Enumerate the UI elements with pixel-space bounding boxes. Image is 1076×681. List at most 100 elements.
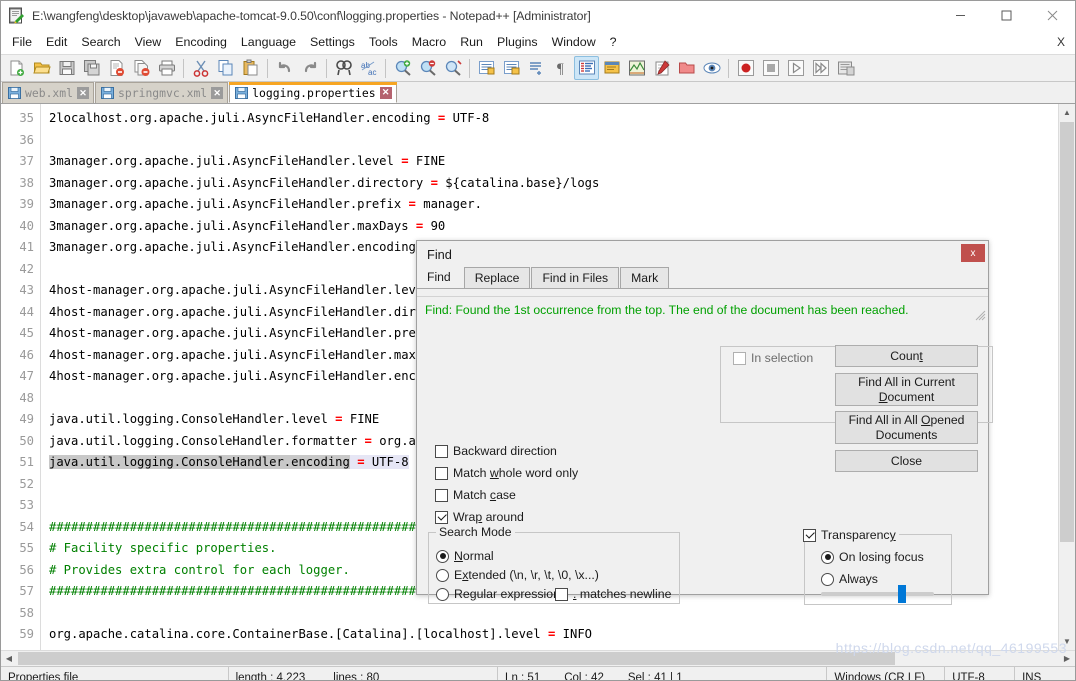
resize-grip-icon[interactable] bbox=[974, 309, 986, 321]
function-list-icon[interactable] bbox=[649, 56, 674, 80]
redo-icon[interactable] bbox=[297, 56, 322, 80]
wrap-around-checkbox-box[interactable] bbox=[435, 510, 448, 524]
close-all-files-icon[interactable] bbox=[129, 56, 154, 80]
word-wrap-icon[interactable] bbox=[474, 56, 499, 80]
tab-close-icon[interactable]: ✕ bbox=[211, 87, 224, 99]
match-case-checkbox-box[interactable] bbox=[435, 488, 448, 502]
menu-encoding[interactable]: Encoding bbox=[168, 32, 234, 52]
search-mode-regex-radio[interactable]: Regular expression bbox=[436, 587, 560, 601]
monitoring-icon[interactable] bbox=[699, 56, 724, 80]
close-file-icon[interactable] bbox=[104, 56, 129, 80]
menu-run[interactable]: Run bbox=[453, 32, 490, 52]
menu-macro[interactable]: Macro bbox=[405, 32, 453, 52]
wrap-around-checkbox[interactable]: Wrap around bbox=[435, 510, 524, 524]
tab-close-icon[interactable]: ✕ bbox=[77, 87, 90, 99]
menu-language[interactable]: Language bbox=[234, 32, 303, 52]
open-file-icon[interactable] bbox=[29, 56, 54, 80]
transparency-on-losing-focus-radio[interactable]: On losing focus bbox=[821, 550, 924, 564]
always-radio-circle[interactable] bbox=[821, 572, 834, 586]
save-macro-icon[interactable] bbox=[833, 56, 858, 80]
zoom-out-icon[interactable] bbox=[415, 56, 440, 80]
replace-icon[interactable]: ab ac bbox=[356, 56, 381, 80]
menu-window[interactable]: Window bbox=[545, 32, 603, 52]
transparency-slider-track[interactable] bbox=[821, 592, 934, 596]
close-button[interactable] bbox=[1029, 1, 1075, 30]
scroll-right-icon[interactable]: ▶ bbox=[1059, 651, 1075, 666]
count-button[interactable]: Count bbox=[835, 345, 978, 367]
menu-settings[interactable]: Settings bbox=[303, 32, 362, 52]
editor-horizontal-scrollbar[interactable]: ◀ ▶ bbox=[1, 650, 1075, 666]
match-whole-word-checkbox-box[interactable] bbox=[435, 466, 448, 480]
close-button[interactable]: Close bbox=[835, 450, 978, 472]
close-document-button[interactable]: X bbox=[1057, 35, 1065, 49]
scroll-up-icon[interactable]: ▲ bbox=[1059, 104, 1075, 121]
find-all-in-current-document-button[interactable]: Find All in Current Document bbox=[835, 373, 978, 406]
doc-list-icon[interactable] bbox=[574, 56, 599, 80]
horizontal-scroll-thumb[interactable] bbox=[18, 652, 895, 665]
tab-replace[interactable]: Replace bbox=[463, 267, 531, 288]
all-chars-icon[interactable] bbox=[499, 56, 524, 80]
copy-icon[interactable] bbox=[213, 56, 238, 80]
paragraph-icon[interactable]: ¶ bbox=[549, 56, 574, 80]
save-all-icon[interactable] bbox=[79, 56, 104, 80]
sync-scroll-icon[interactable] bbox=[440, 56, 465, 80]
scroll-down-icon[interactable]: ▼ bbox=[1059, 633, 1075, 650]
editor-vertical-scrollbar[interactable]: ▲ ▼ bbox=[1058, 104, 1075, 650]
tab-logging-properties[interactable]: logging.properties ✕ bbox=[229, 82, 398, 103]
transparency-always-radio[interactable]: Always bbox=[821, 572, 878, 586]
menu-help[interactable]: ? bbox=[603, 32, 624, 52]
menu-view[interactable]: View bbox=[128, 32, 169, 52]
save-icon[interactable] bbox=[54, 56, 79, 80]
new-file-icon[interactable] bbox=[4, 56, 29, 80]
paste-icon[interactable] bbox=[238, 56, 263, 80]
stop-macro-icon[interactable] bbox=[758, 56, 783, 80]
search-mode-extended-radio[interactable]: Extended (\n, \r, \t, \0, \x...) bbox=[436, 568, 599, 582]
tab-find[interactable]: Find bbox=[419, 267, 463, 288]
play-macro-icon[interactable] bbox=[783, 56, 808, 80]
doc-map-icon[interactable] bbox=[624, 56, 649, 80]
transparency-slider-thumb[interactable] bbox=[898, 585, 906, 603]
dot-matches-newline-checkbox-box[interactable] bbox=[555, 587, 568, 601]
user-define-dialog-icon[interactable] bbox=[599, 56, 624, 80]
folder-workspace-icon[interactable] bbox=[674, 56, 699, 80]
print-icon[interactable] bbox=[154, 56, 179, 80]
find-dialog-close-button[interactable]: x bbox=[961, 244, 985, 262]
indent-guide-icon[interactable] bbox=[524, 56, 549, 80]
line-number: 54 bbox=[19, 519, 34, 534]
in-selection-checkbox[interactable]: In selection bbox=[733, 351, 813, 365]
match-whole-word-checkbox[interactable]: Match whole word only bbox=[435, 466, 578, 480]
zoom-in-icon[interactable] bbox=[390, 56, 415, 80]
menu-edit[interactable]: Edit bbox=[39, 32, 74, 52]
match-case-checkbox[interactable]: Match case bbox=[435, 488, 516, 502]
menu-plugins[interactable]: Plugins bbox=[490, 32, 545, 52]
backward-direction-checkbox-box[interactable] bbox=[435, 444, 448, 458]
vertical-scroll-thumb[interactable] bbox=[1060, 122, 1074, 542]
find-all-in-all-opened-documents-button[interactable]: Find All in All Opened Documents bbox=[835, 411, 978, 444]
tab-springmvc-xml[interactable]: springmvc.xml ✕ bbox=[95, 82, 229, 103]
tab-close-icon[interactable]: ✕ bbox=[379, 86, 392, 99]
backward-direction-checkbox[interactable]: Backward direction bbox=[435, 444, 557, 458]
undo-icon[interactable] bbox=[272, 56, 297, 80]
menu-search[interactable]: Search bbox=[74, 32, 127, 52]
menu-tools[interactable]: Tools bbox=[362, 32, 405, 52]
in-selection-checkbox-box[interactable] bbox=[733, 351, 746, 365]
scroll-left-icon[interactable]: ◀ bbox=[1, 651, 17, 666]
cut-icon[interactable] bbox=[188, 56, 213, 80]
maximize-button[interactable] bbox=[983, 1, 1029, 30]
normal-radio-circle[interactable] bbox=[436, 549, 449, 563]
transparency-checkbox-box[interactable] bbox=[803, 528, 816, 542]
extended-radio-circle[interactable] bbox=[436, 568, 449, 582]
transparency-checkbox[interactable]: Transparency bbox=[800, 528, 899, 542]
search-mode-normal-radio[interactable]: Normal bbox=[436, 549, 494, 563]
run-macro-multiple-icon[interactable] bbox=[808, 56, 833, 80]
tab-find-in-files[interactable]: Find in Files bbox=[531, 267, 620, 288]
find-icon[interactable] bbox=[331, 56, 356, 80]
dot-matches-newline-checkbox[interactable]: . matches newline bbox=[555, 587, 671, 601]
tab-mark[interactable]: Mark bbox=[620, 267, 670, 288]
on-losing-focus-radio-circle[interactable] bbox=[821, 550, 834, 564]
minimize-button[interactable] bbox=[937, 1, 983, 30]
tab-web-xml[interactable]: web.xml ✕ bbox=[2, 82, 95, 103]
menu-file[interactable]: File bbox=[5, 32, 39, 52]
record-macro-icon[interactable] bbox=[733, 56, 758, 80]
regex-radio-circle[interactable] bbox=[436, 587, 449, 601]
